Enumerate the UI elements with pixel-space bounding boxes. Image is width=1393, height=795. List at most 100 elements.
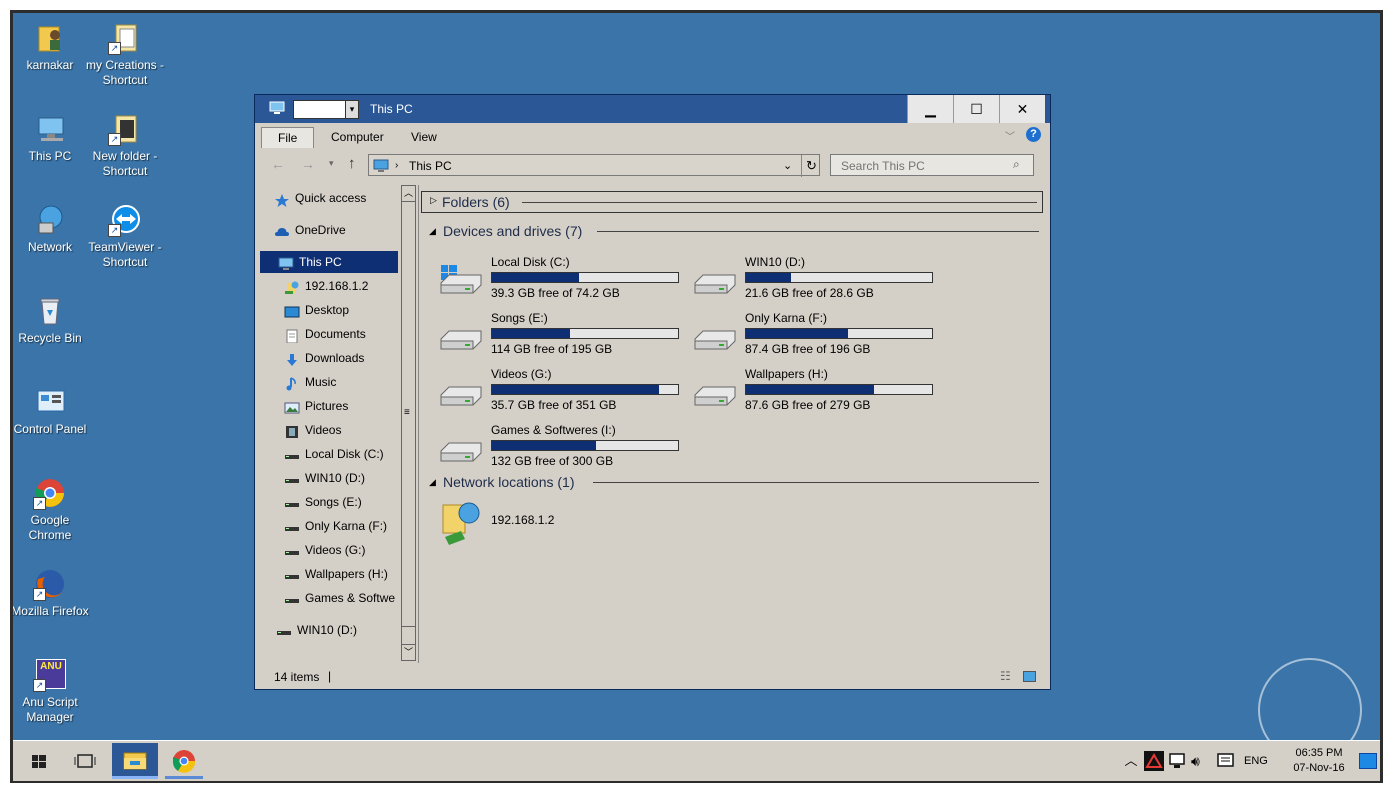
network-tray-icon[interactable] [1168,751,1188,771]
nav-item-label: Pictures [305,399,349,413]
desktop-icon-label: Network [27,240,72,254]
ribbon-expand-icon[interactable]: ﹀ [1005,128,1015,143]
drive-tile-videos-g[interactable]: Videos (G:) 35.7 GB free of 351 GB [439,367,689,417]
network-folder-icon [439,501,483,550]
chrome-icon [172,750,196,773]
nav-item-win10-d[interactable]: WIN10 (D:) [284,467,365,489]
nav-item-documents[interactable]: Documents [284,323,366,345]
shortcut-arrow-icon: ↗ [108,42,121,55]
shortcut-arrow-icon: ↗ [33,679,46,692]
drive-tile-songs-e[interactable]: Songs (E:) 114 GB free of 195 GB [439,311,689,361]
show-desktop-notification-icon[interactable] [1359,753,1377,769]
network-group-header[interactable]: ◢ Network locations (1) [421,474,1043,494]
desktop-icon-network[interactable]: Network [13,203,90,255]
nav-item-pictures[interactable]: Pictures [284,395,348,417]
search-icon[interactable]: ⌕ [1013,157,1020,172]
quick-access-dropdown[interactable]: ▾ [345,100,359,119]
maximize-button[interactable]: ☐ [953,95,999,123]
nav-scrollbar[interactable]: ︿ ≡ ﹀ [401,185,416,661]
hard-drive-icon [693,375,737,407]
address-bar[interactable]: › This PC ⌄ ↻ [368,154,820,177]
drive-usage-bar [491,384,679,395]
action-center-tray-icon[interactable] [1216,751,1236,771]
scroll-up-arrow-icon[interactable]: ︿ [402,186,415,202]
nav-item-label: Only Karna (F:) [305,519,388,533]
folders-group-header[interactable]: ▷ Folders (6) [421,191,1043,213]
address-dropdown-icon[interactable]: ⌄ [783,155,792,177]
desktop-icon-anu-script-manager[interactable]: ANU ↗ Anu Script Manager [13,658,90,725]
large-icons-view-icon[interactable] [1023,671,1036,682]
refresh-icon[interactable]: ↻ [801,155,817,177]
nav-item-win10-d[interactable]: WIN10 (D:) [276,619,357,641]
show-hidden-icons-icon[interactable]: ︿ [1121,743,1141,779]
forward-arrow-icon[interactable]: → [301,156,315,172]
computer-icon [373,158,389,180]
task-view-button[interactable] [67,743,103,779]
drive-icon [284,472,300,486]
nav-item-local-disk-c[interactable]: Local Disk (C:) [284,443,384,465]
nav-item-music[interactable]: Music [284,371,336,393]
drive-name: Only Karna (F:) [745,311,828,325]
desktop-icon-karnakar[interactable]: karnakar [13,21,90,73]
desktop-icon-recycle-bin[interactable]: Recycle Bin [13,294,90,346]
control-panel-icon [33,385,67,419]
scroll-down-arrow-icon[interactable]: ﹀ [402,644,415,660]
taskbar-file-explorer[interactable] [112,743,158,779]
language-indicator[interactable]: ENG [1244,743,1274,779]
close-button[interactable]: ✕ [999,95,1045,123]
nav-item-only-karna-f[interactable]: Only Karna (F:) [284,515,387,537]
nav-item-label: Songs (E:) [305,495,362,509]
music-icon [284,376,300,391]
back-arrow-icon[interactable]: ← [271,156,285,172]
nav-item-videos-g[interactable]: Videos (G:) [284,539,365,561]
devices-group-header[interactable]: ◢ Devices and drives (7) [421,223,1043,243]
help-icon[interactable]: ? [1026,127,1041,142]
search-input[interactable] [839,156,1013,176]
taskbar-chrome[interactable] [165,743,203,779]
details-view-icon[interactable]: ☷ [1000,669,1011,683]
up-arrow-icon[interactable]: ↑ [348,155,356,172]
tab-view[interactable]: View [401,127,447,147]
nav-item-quick-access[interactable]: Quick access [274,187,366,209]
nav-item-games-softwe[interactable]: Games & Softwe [284,587,395,609]
nav-item-wallpapers-h[interactable]: Wallpapers (H:) [284,563,388,585]
chrome-icon: ↗ [33,476,67,510]
antivirus-tray-icon[interactable] [1144,751,1164,771]
nav-item-192-168-1-2[interactable]: 192.168.1.2 [284,275,368,297]
desktop-icon-teamviewer[interactable]: ↗ TeamViewer - Shortcut [85,203,165,270]
minimize-button[interactable]: ▁ [907,95,953,123]
clock[interactable]: 06:35 PM 07-Nov-16 [1279,743,1359,782]
collapse-arrow-icon: ◢ [429,477,436,487]
desktop-icon-firefox[interactable]: ↗ Mozilla Firefox [13,567,90,619]
nav-item-videos[interactable]: Videos [284,419,341,441]
hard-drive-icon [439,375,483,407]
drive-tile-only-karna-f[interactable]: Only Karna (F:) 87.4 GB free of 196 GB [693,311,943,361]
desktop-icon-control-panel[interactable]: Control Panel [13,385,90,437]
desktop-icon-new-folder[interactable]: ↗ New folder - Shortcut [85,112,165,179]
nav-item-this-pc[interactable]: This PC [260,251,398,273]
tab-computer[interactable]: Computer [321,127,394,147]
desktop-icon-this-pc[interactable]: This PC [13,112,90,164]
computer-icon [33,112,67,146]
desktop-icon-chrome[interactable]: ↗ Google Chrome [13,476,90,543]
desktop-icon-label: TeamViewer - Shortcut [88,240,162,269]
drive-tile-games-softweres-i[interactable]: Games & Softweres (I:) 132 GB free of 300… [439,423,689,473]
drive-tile-wallpapers-h[interactable]: Wallpapers (H:) 87.6 GB free of 279 GB [693,367,943,417]
title-bar[interactable]: ▾ This PC ▁ ☐ ✕ [255,95,1050,123]
tab-file[interactable]: File [261,127,315,148]
drive-tile-local-disk-c[interactable]: Local Disk (C:) 39.3 GB free of 74.2 GB [439,255,689,305]
search-box[interactable]: ⌕ [830,154,1034,176]
recent-locations-icon[interactable]: ▾ [329,158,334,169]
network-location-item[interactable]: 192.168.1.2 [439,501,579,547]
drive-tile-win10-d[interactable]: WIN10 (D:) 21.6 GB free of 28.6 GB [693,255,943,305]
folder-shortcut-icon: ↗ [108,112,142,146]
nav-item-onedrive[interactable]: OneDrive [274,219,346,241]
volume-tray-icon[interactable]: 🔊︎ [1191,751,1211,771]
desktop-icon-my-creations[interactable]: ↗ my Creations - Shortcut [85,21,165,88]
nav-item-desktop[interactable]: Desktop [284,299,349,321]
scroll-thumb[interactable]: ≡ [402,202,415,627]
start-button[interactable] [21,743,57,779]
videos-icon [284,424,300,438]
nav-item-songs-e[interactable]: Songs (E:) [284,491,362,513]
nav-item-downloads[interactable]: Downloads [284,347,364,369]
